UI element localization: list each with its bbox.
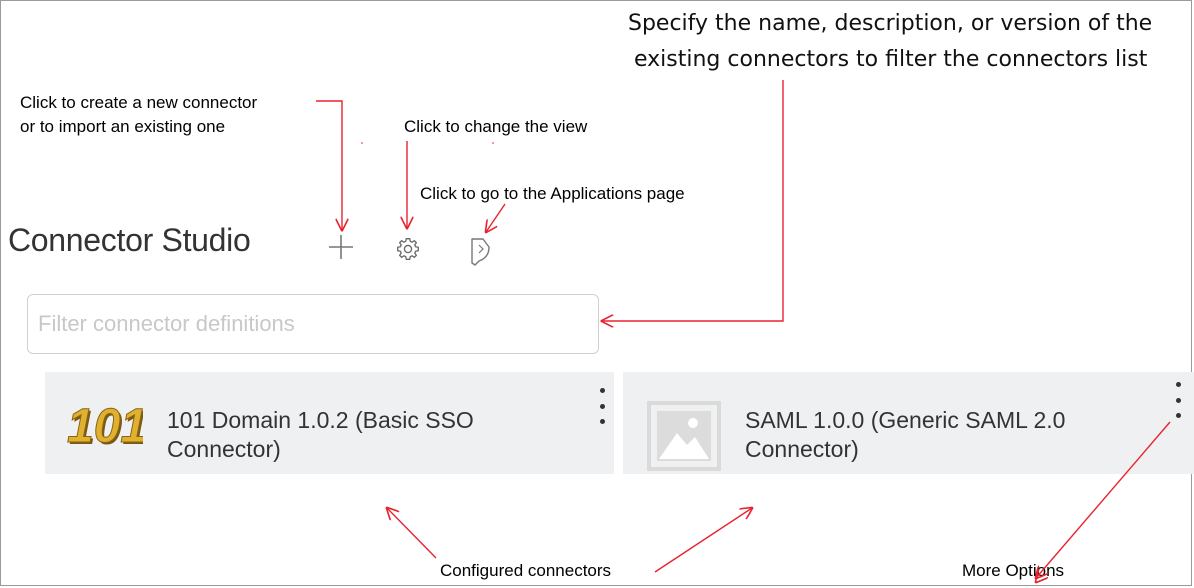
annotation-more-options: More Options [962,561,1065,580]
filter-connectors-input[interactable] [27,294,599,354]
screenshot-frame [0,0,1192,586]
connector-name: 101 Domain 1.0.2 (Basic SSO Connector) [167,406,474,464]
annotation-create-line1: Click to create a new connector [20,93,258,112]
connector-card[interactable]: 101 101 101 101 Domain 1.0.2 (Basic SSO … [45,372,614,474]
annotation-applications: Click to go to the Applications page [420,184,685,203]
more-options-icon[interactable] [595,388,609,424]
page-title: Connector Studio [8,222,251,258]
change-view-button[interactable] [393,234,423,264]
connector-card[interactable]: SAML 1.0.0 (Generic SAML 2.0 Connector) [623,372,1194,474]
image-placeholder-icon [647,401,721,471]
annotation-create-line2: or to import an existing one [20,117,226,136]
svg-text:101: 101 [67,400,143,448]
connector-logo-101: 101 101 101 [65,400,150,456]
applications-link-icon [471,238,490,266]
add-connector-button[interactable] [326,232,356,262]
annotation-filter-line1: Specify the name, description, or versio… [628,11,1153,36]
annotation-change-view: Click to change the view [404,117,588,136]
annotation-configured-connectors: Configured connectors [440,561,612,580]
connector-name-line2: Connector) [167,436,281,462]
connector-name-line1: 101 Domain 1.0.2 (Basic SSO [167,407,474,433]
connector-name: SAML 1.0.0 (Generic SAML 2.0 Connector) [745,406,1065,464]
connector-name-line1: SAML 1.0.0 (Generic SAML 2.0 [745,407,1066,433]
plus-icon [329,235,353,259]
gear-icon [397,238,419,260]
more-options-icon[interactable] [1171,382,1185,418]
connector-name-line2: Connector) [745,436,859,462]
applications-page-button[interactable] [465,234,495,268]
annotation-filter-line2: existing connectors to filter the connec… [634,47,1148,72]
